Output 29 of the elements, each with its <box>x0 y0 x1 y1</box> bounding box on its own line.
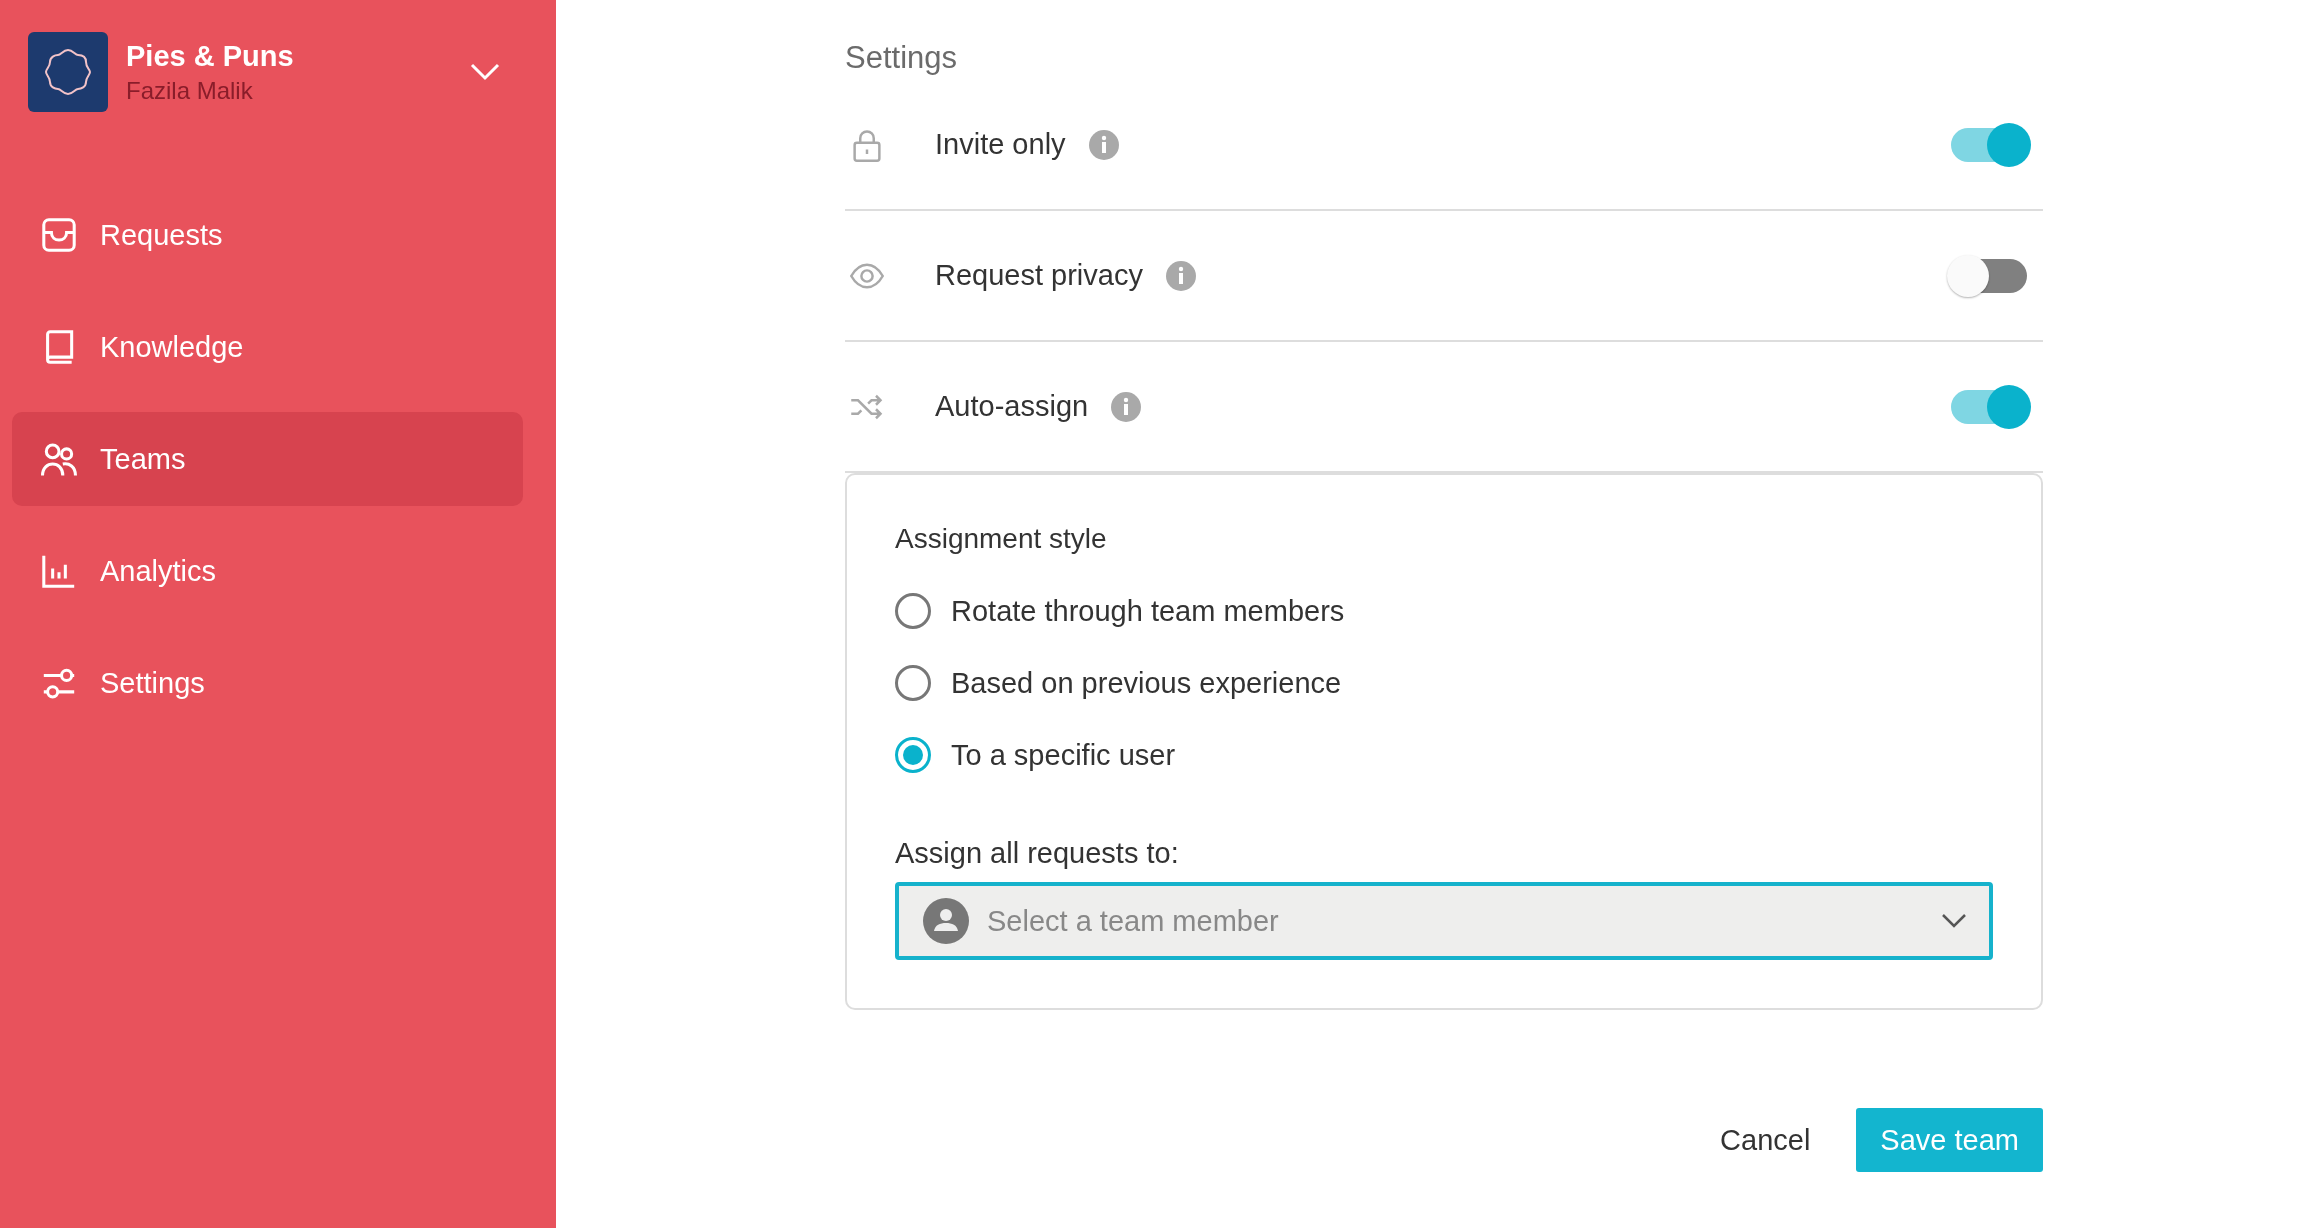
info-icon[interactable] <box>1164 259 1197 292</box>
radio-label: Based on previous experience <box>951 666 1342 700</box>
setting-label: Auto-assign <box>935 390 1089 423</box>
info-icon[interactable] <box>1110 390 1143 423</box>
assignment-style-heading: Assignment style <box>895 523 1108 555</box>
save-team-button[interactable]: Save team <box>1856 1108 2043 1172</box>
radio-label: To a specific user <box>951 738 1176 772</box>
person-avatar-icon <box>923 898 969 944</box>
setting-label: Request privacy <box>935 259 1143 292</box>
cancel-button[interactable]: Cancel <box>1714 1122 1817 1158</box>
nav-item[interactable]: Teams <box>12 412 523 506</box>
radio-button[interactable] <box>895 665 931 701</box>
assign-label: Assign all requests to: <box>895 837 1180 870</box>
nav-item[interactable]: Knowledge <box>12 300 523 394</box>
team-member-select[interactable]: Select a team member <box>895 882 1993 960</box>
tray-icon <box>40 216 78 254</box>
nav-item[interactable]: Requests <box>12 188 523 282</box>
user-name: Fazila Malik <box>126 76 254 105</box>
radio-button[interactable] <box>895 593 931 629</box>
chevron-down-icon[interactable] <box>470 63 500 81</box>
radio-label: Rotate through team members <box>951 594 1345 628</box>
info-icon[interactable] <box>1087 128 1120 161</box>
radio-button[interactable] <box>895 737 931 773</box>
chevron-down-icon <box>1941 913 1967 929</box>
nav-item[interactable]: Analytics <box>12 524 523 618</box>
nav-item[interactable]: Settings <box>12 636 523 730</box>
section-title: Settings <box>845 40 958 76</box>
workspace-name: Pies & Puns <box>126 39 295 73</box>
setting-label: Invite only <box>935 128 1066 161</box>
